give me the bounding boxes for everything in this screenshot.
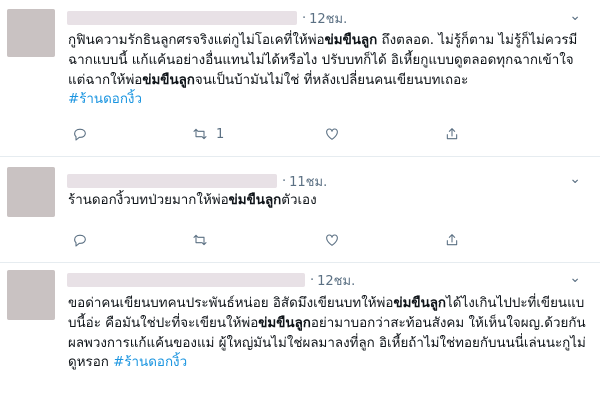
avatar[interactable] bbox=[7, 9, 55, 57]
tweet-meta: · 12ชม. bbox=[67, 9, 347, 27]
tweet[interactable]: · 11ชม. ⌄ ร้านดอกงิ้วบทป่วยมากให้พ่อข่มข… bbox=[0, 157, 600, 263]
share-icon[interactable] bbox=[440, 228, 464, 252]
reply-icon[interactable] bbox=[68, 228, 92, 252]
retweet-icon[interactable] bbox=[188, 228, 212, 252]
more-dots-icon[interactable]: ⌄ bbox=[569, 171, 582, 187]
timestamp[interactable]: 12ชม. bbox=[317, 270, 355, 291]
more-dots-icon[interactable]: ⌄ bbox=[569, 8, 582, 24]
tweet-actions: 1 bbox=[68, 122, 464, 146]
share-icon[interactable] bbox=[440, 122, 464, 146]
hashtag-link[interactable]: #ร้านดอกงิ้ว bbox=[68, 92, 142, 107]
tweet[interactable]: · 12ชม. ⌄ กูฟินความรักธินลูกศรจริงแต่กูไ… bbox=[0, 0, 600, 157]
tweet-meta: · 11ชม. bbox=[67, 172, 327, 190]
retweet-count: 1 bbox=[216, 126, 225, 142]
retweet-icon[interactable] bbox=[188, 122, 212, 146]
like-icon[interactable] bbox=[320, 228, 344, 252]
tweet-text: ขอด่าคนเขียนบทคนประพันธ์หน่อย อิสัดมึงเข… bbox=[68, 296, 586, 371]
separator: · bbox=[302, 10, 307, 26]
more-dots-icon[interactable]: ⌄ bbox=[569, 270, 582, 286]
avatar[interactable] bbox=[7, 270, 55, 320]
separator: · bbox=[310, 272, 315, 288]
reply-icon[interactable] bbox=[68, 122, 92, 146]
tweet[interactable]: · 12ชม. ⌄ ขอด่าคนเขียนบทคนประพันธ์หน่อย … bbox=[0, 263, 600, 413]
separator: · bbox=[282, 173, 287, 189]
tweet-meta: · 12ชม. bbox=[67, 271, 355, 289]
tweet-text: กูฟินความรักธินลูกศรจริงแต่กูไม่โอเคที่ใ… bbox=[68, 33, 578, 108]
author-name-blurred[interactable] bbox=[67, 273, 305, 287]
hashtag-link[interactable]: #ร้านดอกงิ้ว bbox=[113, 355, 187, 370]
tweet-text: ร้านดอกงิ้วบทป่วยมากให้พ่อข่มขืนลูกตัวเอ… bbox=[68, 193, 317, 208]
tweet-actions bbox=[68, 228, 464, 252]
timestamp[interactable]: 11ชม. bbox=[289, 171, 327, 192]
author-name-blurred[interactable] bbox=[67, 11, 297, 25]
avatar[interactable] bbox=[7, 167, 55, 217]
timestamp[interactable]: 12ชม. bbox=[309, 8, 347, 29]
like-icon[interactable] bbox=[320, 122, 344, 146]
author-name-blurred[interactable] bbox=[67, 174, 277, 188]
